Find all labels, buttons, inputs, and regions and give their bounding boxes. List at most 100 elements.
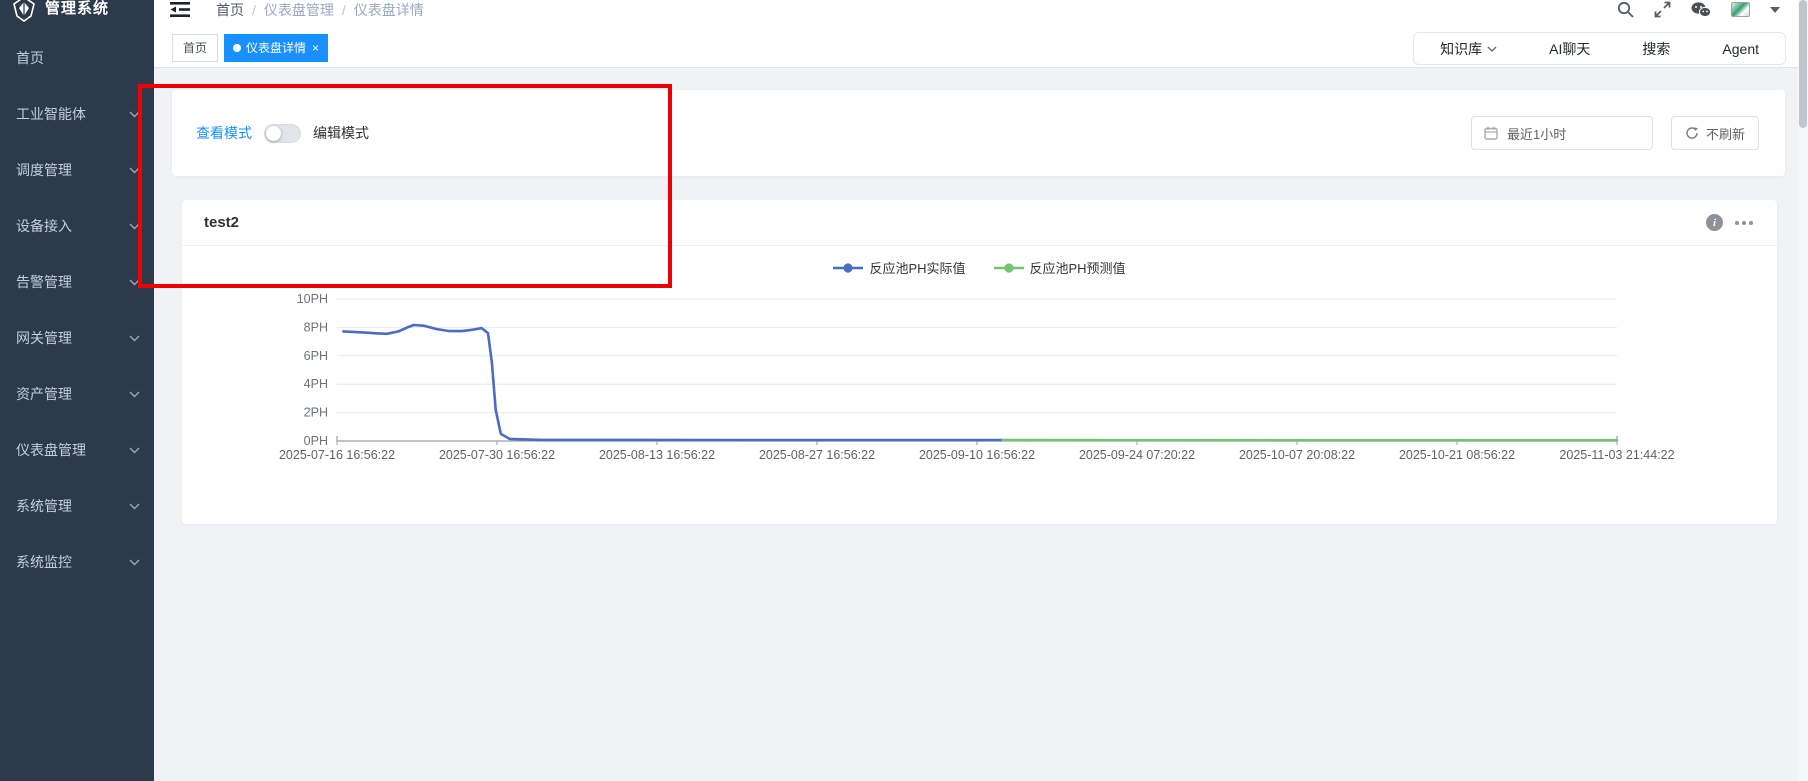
- x-axis-label: 2025-09-24 07:20:22: [1079, 448, 1195, 462]
- ph-line-chart: 0PH 2PH 4PH 6PH 8PH 10PH 2025-07-16 16:56:22 20…: [282, 293, 1682, 473]
- mode-toggle-group: 查看模式 编辑模式: [196, 123, 369, 143]
- calendar-icon: [1484, 126, 1498, 140]
- legend-marker-forecast: [994, 263, 1024, 273]
- panel-actions: i: [1706, 214, 1753, 231]
- tab-dashboard-detail[interactable]: 仪表盘详情 ×: [224, 34, 328, 62]
- sidebar-item-home[interactable]: 首页: [0, 30, 154, 86]
- scrollbar-track: [1798, 0, 1808, 781]
- tab-home[interactable]: 首页: [172, 34, 218, 62]
- main-area: 首页 / 仪表盘管理 / 仪表盘详情: [154, 0, 1808, 781]
- header-icon-group: [1617, 1, 1780, 18]
- chevron-down-icon: [129, 223, 140, 230]
- time-range-group: 最近1小时 不刷新: [1471, 116, 1759, 150]
- chevron-down-icon: [1487, 46, 1497, 52]
- sidebar-item-system-mgmt[interactable]: 系统管理: [0, 478, 154, 534]
- sidebar-item-industrial-agent[interactable]: 工业智能体: [0, 86, 154, 142]
- sidebar-item-label: 网关管理: [16, 328, 72, 348]
- sidebar: 管理系统 首页 工业智能体 调度管理 设备接入 告警管理 网关管理 资产管理: [0, 0, 154, 781]
- tab-label: 仪表盘详情: [246, 39, 306, 56]
- breadcrumb-dashboard-mgmt[interactable]: 仪表盘管理: [264, 2, 334, 18]
- wechat-icon[interactable]: [1691, 2, 1711, 18]
- active-dot-icon: [233, 44, 241, 52]
- sidebar-item-label: 告警管理: [16, 272, 72, 292]
- quick-nav-ai-chat[interactable]: AI聊天: [1549, 39, 1590, 59]
- x-axis-label: 2025-07-16 16:56:22: [279, 448, 395, 462]
- switch-knob: [266, 126, 281, 141]
- sidebar-menu: 首页 工业智能体 调度管理 设备接入 告警管理 网关管理 资产管理 仪表盘管理: [0, 30, 154, 590]
- top-header: 首页 / 仪表盘管理 / 仪表盘详情: [154, 0, 1808, 28]
- tab-close-icon[interactable]: ×: [312, 41, 319, 55]
- time-range-picker[interactable]: 最近1小时: [1471, 116, 1653, 150]
- x-axis-label: 2025-10-07 20:08:22: [1239, 448, 1355, 462]
- x-axis-label: 2025-11-03 21:44:22: [1559, 448, 1674, 462]
- x-axis-label: 2025-09-10 16:56:22: [919, 448, 1035, 462]
- quick-nav-knowledge-base[interactable]: 知识库: [1440, 39, 1497, 59]
- quick-nav-label: Agent: [1722, 41, 1759, 57]
- sidebar-item-system-monitor[interactable]: 系统监控: [0, 534, 154, 590]
- y-axis-label: 6PH: [304, 349, 328, 363]
- logo-icon: [12, 0, 36, 22]
- sidebar-item-label: 系统管理: [16, 496, 72, 516]
- refresh-label: 不刷新: [1706, 124, 1745, 143]
- view-mode-label: 查看模式: [196, 123, 252, 143]
- edit-mode-switch[interactable]: [264, 124, 301, 143]
- caret-down-icon[interactable]: [1770, 7, 1780, 13]
- series-line-0: [343, 325, 1002, 440]
- chart-legend: 反应池PH实际值 反应池PH预测值: [182, 258, 1777, 277]
- chart-panel: test2 i 反应池PH实际值: [182, 200, 1777, 524]
- chevron-down-icon: [129, 111, 140, 118]
- sidebar-item-gateway[interactable]: 网关管理: [0, 310, 154, 366]
- y-axis-label: 0PH: [304, 434, 328, 448]
- legend-label: 反应池PH预测值: [1030, 258, 1126, 277]
- avatar[interactable]: [1731, 2, 1750, 17]
- sidebar-item-label: 仪表盘管理: [16, 440, 86, 460]
- chevron-down-icon: [129, 503, 140, 510]
- sidebar-item-label: 设备接入: [16, 216, 72, 236]
- app-logo[interactable]: 管理系统: [0, 0, 154, 28]
- info-icon[interactable]: i: [1706, 214, 1723, 231]
- legend-item-actual[interactable]: 反应池PH实际值: [833, 258, 965, 277]
- chevron-down-icon: [129, 335, 140, 342]
- quick-nav-label: AI聊天: [1549, 39, 1590, 59]
- tabs-bar: 首页 仪表盘详情 × 知识库 AI聊天 搜索 Agent: [154, 28, 1808, 68]
- sidebar-item-alarm[interactable]: 告警管理: [0, 254, 154, 310]
- fullscreen-icon[interactable]: [1654, 1, 1671, 18]
- breadcrumb-separator: /: [252, 2, 256, 18]
- more-menu-icon[interactable]: [1735, 221, 1753, 225]
- x-axis-label: 2025-07-30 16:56:22: [439, 448, 555, 462]
- y-axis-label: 4PH: [304, 377, 328, 391]
- quick-nav-label: 知识库: [1440, 39, 1482, 59]
- sidebar-item-dashboard-mgmt[interactable]: 仪表盘管理: [0, 422, 154, 478]
- panel-header: test2 i: [182, 200, 1777, 246]
- sidebar-item-device-access[interactable]: 设备接入: [0, 198, 154, 254]
- search-icon[interactable]: [1617, 1, 1634, 18]
- sidebar-item-label: 系统监控: [16, 552, 72, 572]
- x-axis-label: 2025-08-27 16:56:22: [759, 448, 875, 462]
- quick-nav-search[interactable]: 搜索: [1642, 39, 1670, 59]
- chevron-down-icon: [129, 167, 140, 174]
- sidebar-item-dispatch[interactable]: 调度管理: [0, 142, 154, 198]
- breadcrumb-home[interactable]: 首页: [216, 2, 244, 18]
- legend-item-forecast[interactable]: 反应池PH预测值: [994, 258, 1126, 277]
- panel-title: test2: [204, 214, 239, 231]
- quick-nav-agent[interactable]: Agent: [1722, 41, 1759, 57]
- mode-toolbar-card: 查看模式 编辑模式 最近1小时: [172, 90, 1785, 176]
- chevron-down-icon: [129, 447, 140, 454]
- x-axis-label: 2025-10-21 08:56:22: [1399, 448, 1515, 462]
- chevron-down-icon: [129, 559, 140, 566]
- sidebar-item-label: 调度管理: [16, 160, 72, 180]
- scrollbar-thumb[interactable]: [1799, 0, 1807, 128]
- quick-nav: 知识库 AI聊天 搜索 Agent: [1413, 32, 1786, 65]
- y-axis-label: 8PH: [304, 320, 328, 334]
- app-title: 管理系统: [45, 0, 109, 18]
- sidebar-collapse-icon[interactable]: [170, 2, 190, 18]
- x-axis-label: 2025-08-13 16:56:22: [599, 448, 715, 462]
- sidebar-item-asset[interactable]: 资产管理: [0, 366, 154, 422]
- refresh-button[interactable]: 不刷新: [1671, 116, 1759, 150]
- tab-label: 首页: [183, 39, 207, 56]
- y-axis-label: 2PH: [304, 406, 328, 420]
- sidebar-item-label: 资产管理: [16, 384, 72, 404]
- y-axis-label: 10PH: [297, 292, 328, 306]
- sidebar-item-label: 首页: [16, 48, 44, 68]
- legend-marker-actual: [833, 263, 863, 273]
